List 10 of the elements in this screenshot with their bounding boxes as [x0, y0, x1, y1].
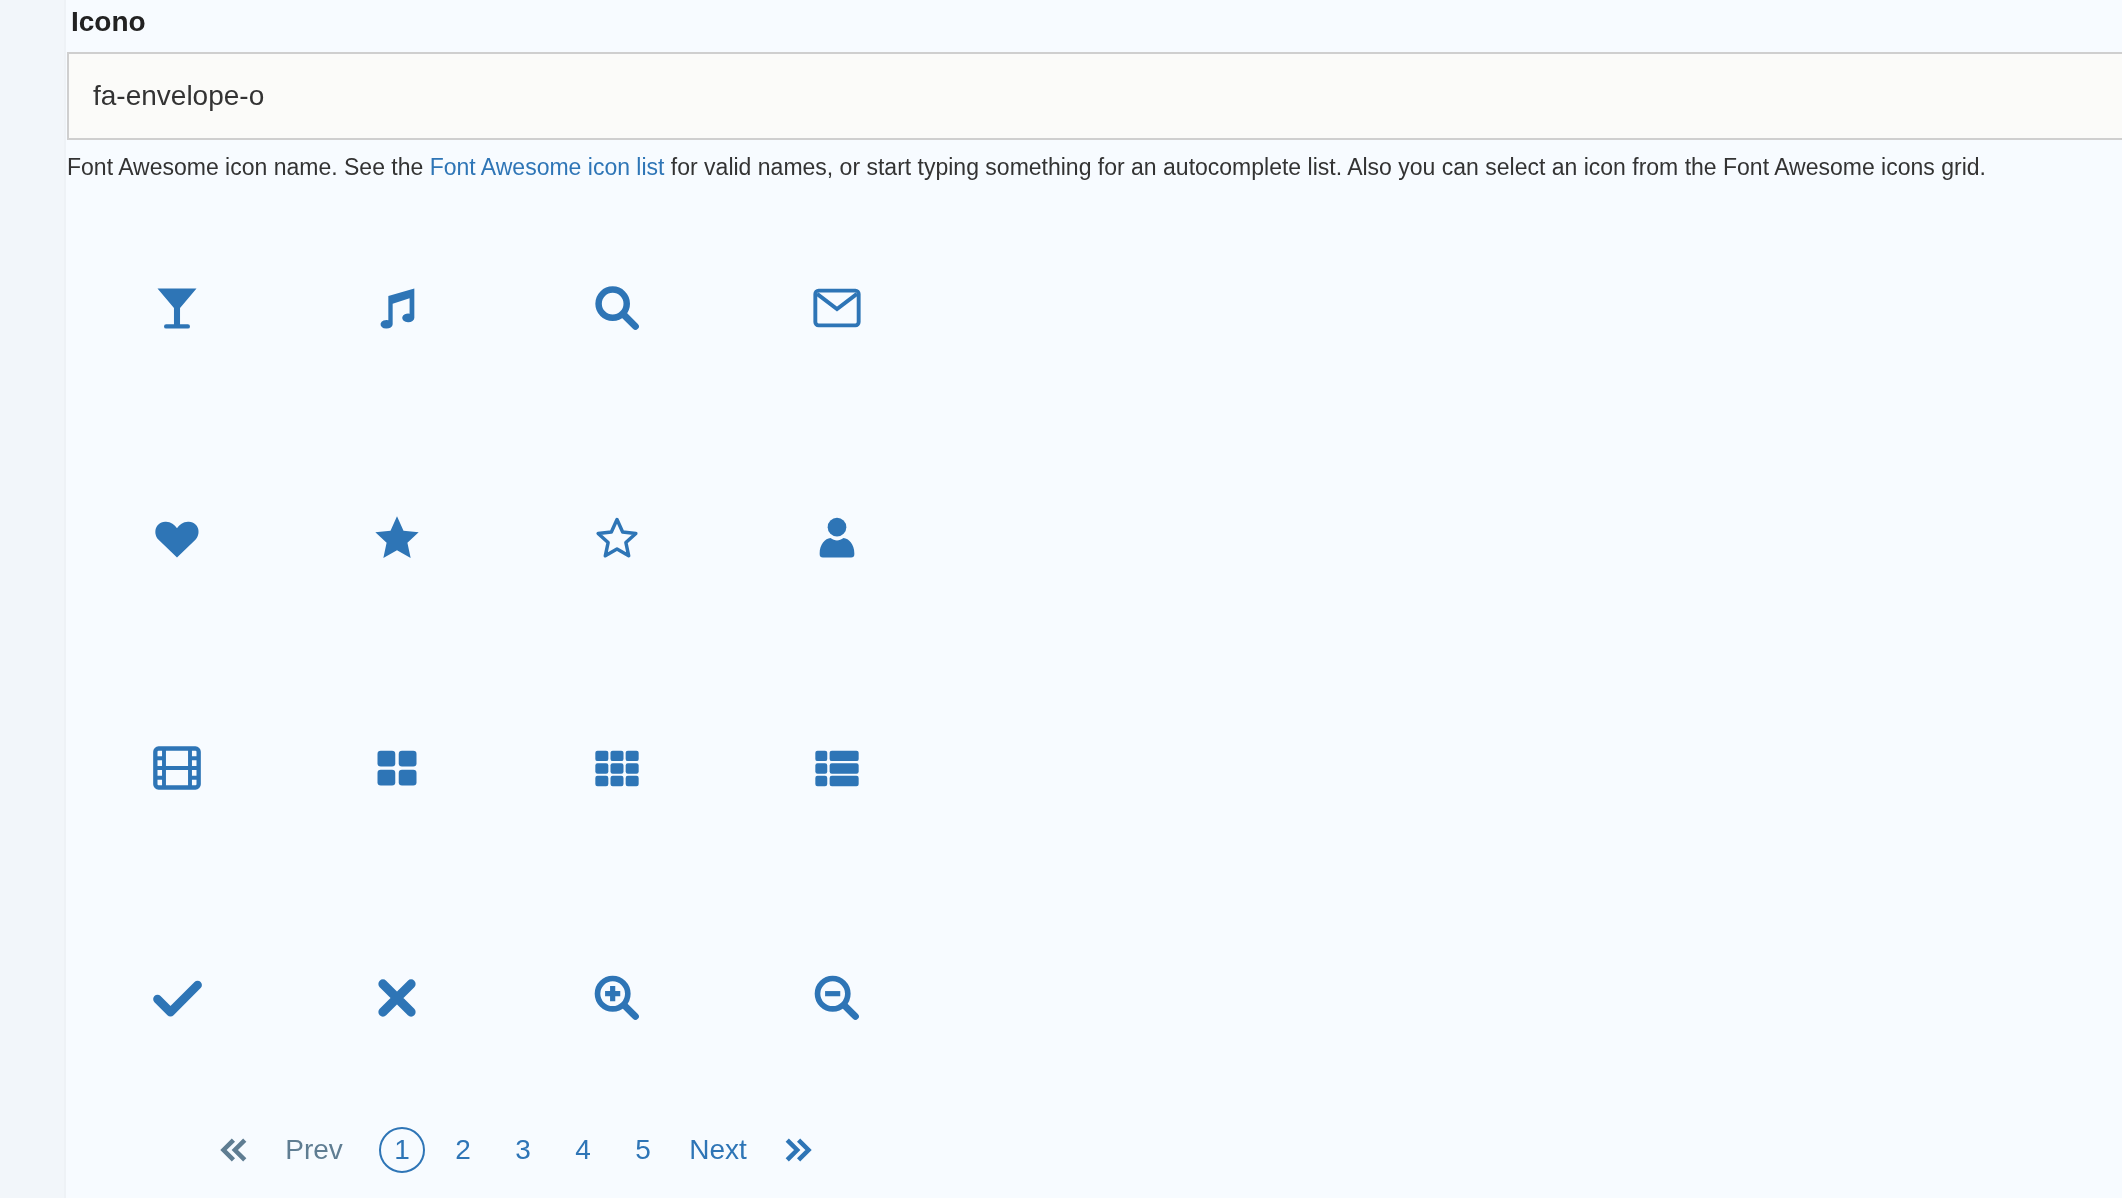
help-text: Font Awesome icon name. See the Font Awesome icon list for valid names, or start typing something for an autocomplete list. Also you can select an icon from the Font Awesome icons grid. [67, 154, 1986, 181]
page-link[interactable]: 5 [613, 1126, 673, 1174]
page-link[interactable]: 1 [379, 1127, 425, 1173]
icon-name-input[interactable]: fa-envelope-o [67, 52, 2122, 140]
next-link[interactable]: Next [673, 1126, 763, 1174]
page-link[interactable]: 2 [433, 1126, 493, 1174]
field-label: Icono [71, 6, 146, 38]
icon-list-link[interactable]: Font Awesome icon list [429, 154, 665, 180]
page-link[interactable]: 4 [553, 1126, 613, 1174]
page-link[interactable]: 3 [493, 1126, 553, 1174]
